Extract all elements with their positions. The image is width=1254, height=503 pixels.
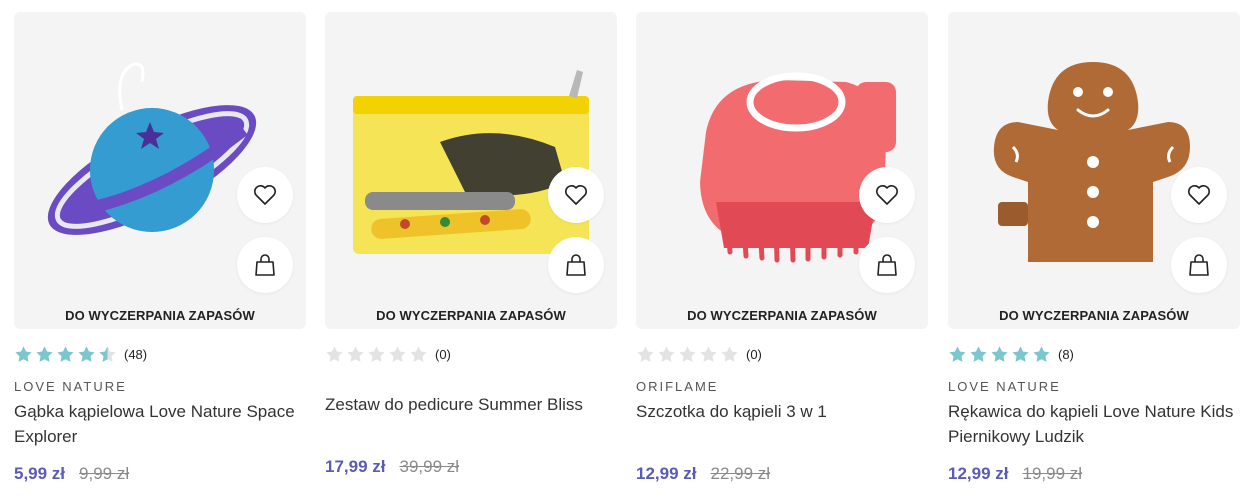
product-card[interactable]: DO WYCZERPANIA ZAPASÓW (8) LOVE NATURE R… <box>948 12 1240 484</box>
product-card[interactable]: DO WYCZERPANIA ZAPASÓW (48) LOVE NATURE … <box>14 12 306 484</box>
brand-name: LOVE NATURE <box>14 379 127 394</box>
add-to-cart-button[interactable] <box>859 237 915 293</box>
price-block: 5,99 zł 9,99 zł <box>14 464 306 484</box>
star-filled-icon <box>1012 345 1029 362</box>
heart-icon <box>876 185 898 205</box>
review-count[interactable]: (0) <box>435 347 451 362</box>
star-filled-icon <box>57 345 74 362</box>
star-rating <box>325 345 428 364</box>
wishlist-button[interactable] <box>1171 167 1227 223</box>
star-rating <box>14 345 117 364</box>
star-empty-icon <box>410 345 427 362</box>
star-empty-icon <box>637 345 654 362</box>
review-count[interactable]: (48) <box>124 347 147 362</box>
star-empty-icon <box>679 345 696 362</box>
star-filled-icon <box>36 345 53 362</box>
heart-icon <box>1188 185 1210 205</box>
star-filled-icon <box>970 345 987 362</box>
product-name[interactable]: Szczotka do kąpieli 3 w 1 <box>636 399 928 449</box>
old-price: 39,99 zł <box>399 457 460 476</box>
product-name[interactable]: Gąbka kąpielowa Love Nature Space Explor… <box>14 399 306 449</box>
star-empty-icon <box>326 345 343 362</box>
add-to-cart-button[interactable] <box>548 237 604 293</box>
rating: (48) <box>14 345 306 363</box>
old-price: 9,99 zł <box>79 464 130 483</box>
product-image-pedicure-set[interactable] <box>345 52 595 272</box>
current-price: 12,99 zł <box>636 464 697 483</box>
star-empty-icon <box>389 345 406 362</box>
stock-label: DO WYCZERPANIA ZAPASÓW <box>65 308 255 323</box>
stock-label: DO WYCZERPANIA ZAPASÓW <box>999 308 1189 323</box>
brand-name: LOVE NATURE <box>948 379 1061 394</box>
star-filled-icon <box>78 345 95 362</box>
star-rating <box>636 345 739 364</box>
product-card[interactable]: DO WYCZERPANIA ZAPASÓW (0) ORIFLAME Szcz… <box>636 12 928 484</box>
stock-label: DO WYCZERPANIA ZAPASÓW <box>376 308 566 323</box>
price-block: 12,99 zł 22,99 zł <box>636 464 928 484</box>
stock-label: DO WYCZERPANIA ZAPASÓW <box>687 308 877 323</box>
current-price: 5,99 zł <box>14 464 66 483</box>
shopping-bag-icon <box>877 254 897 276</box>
wishlist-button[interactable] <box>237 167 293 223</box>
product-image-gingerbread-mitt[interactable] <box>968 52 1218 272</box>
rating: (0) <box>636 345 928 363</box>
old-price: 22,99 zł <box>710 464 771 483</box>
heart-icon <box>565 185 587 205</box>
star-filled-icon <box>949 345 966 362</box>
product-image-box[interactable]: DO WYCZERPANIA ZAPASÓW <box>636 12 928 329</box>
add-to-cart-button[interactable] <box>1171 237 1227 293</box>
star-empty-icon <box>658 345 675 362</box>
current-price: 17,99 zł <box>325 457 386 476</box>
star-filled-icon <box>15 345 32 362</box>
price-block: 12,99 zł 19,99 zł <box>948 464 1240 484</box>
add-to-cart-button[interactable] <box>237 237 293 293</box>
star-empty-icon <box>347 345 364 362</box>
product-image-box[interactable]: DO WYCZERPANIA ZAPASÓW <box>948 12 1240 329</box>
price-block: 17,99 zł 39,99 zł <box>325 457 617 477</box>
star-empty-icon <box>721 345 738 362</box>
shopping-bag-icon <box>566 254 586 276</box>
star-filled-icon <box>1033 345 1050 362</box>
star-rating <box>948 345 1051 364</box>
rating: (8) <box>948 345 1240 363</box>
star-filled-icon <box>991 345 1008 362</box>
star-empty-icon <box>700 345 717 362</box>
product-name[interactable]: Zestaw do pedicure Summer Bliss <box>325 392 617 442</box>
brand-name: ORIFLAME <box>636 379 719 394</box>
product-card[interactable]: DO WYCZERPANIA ZAPASÓW (0) Zestaw do ped… <box>325 12 617 477</box>
heart-icon <box>254 185 276 205</box>
star-half-icon <box>99 345 116 362</box>
shopping-bag-icon <box>255 254 275 276</box>
wishlist-button[interactable] <box>859 167 915 223</box>
product-image-box[interactable]: DO WYCZERPANIA ZAPASÓW <box>325 12 617 329</box>
wishlist-button[interactable] <box>548 167 604 223</box>
review-count[interactable]: (0) <box>746 347 762 362</box>
product-name[interactable]: Rękawica do kąpieli Love Nature Kids Pie… <box>948 399 1240 449</box>
current-price: 12,99 zł <box>948 464 1009 483</box>
old-price: 19,99 zł <box>1022 464 1083 483</box>
star-empty-icon <box>368 345 385 362</box>
review-count[interactable]: (8) <box>1058 347 1074 362</box>
product-image-box[interactable]: DO WYCZERPANIA ZAPASÓW <box>14 12 306 329</box>
rating: (0) <box>325 345 617 363</box>
product-image-sponge[interactable] <box>34 52 284 272</box>
shopping-bag-icon <box>1189 254 1209 276</box>
product-image-bath-brush[interactable] <box>656 52 906 272</box>
